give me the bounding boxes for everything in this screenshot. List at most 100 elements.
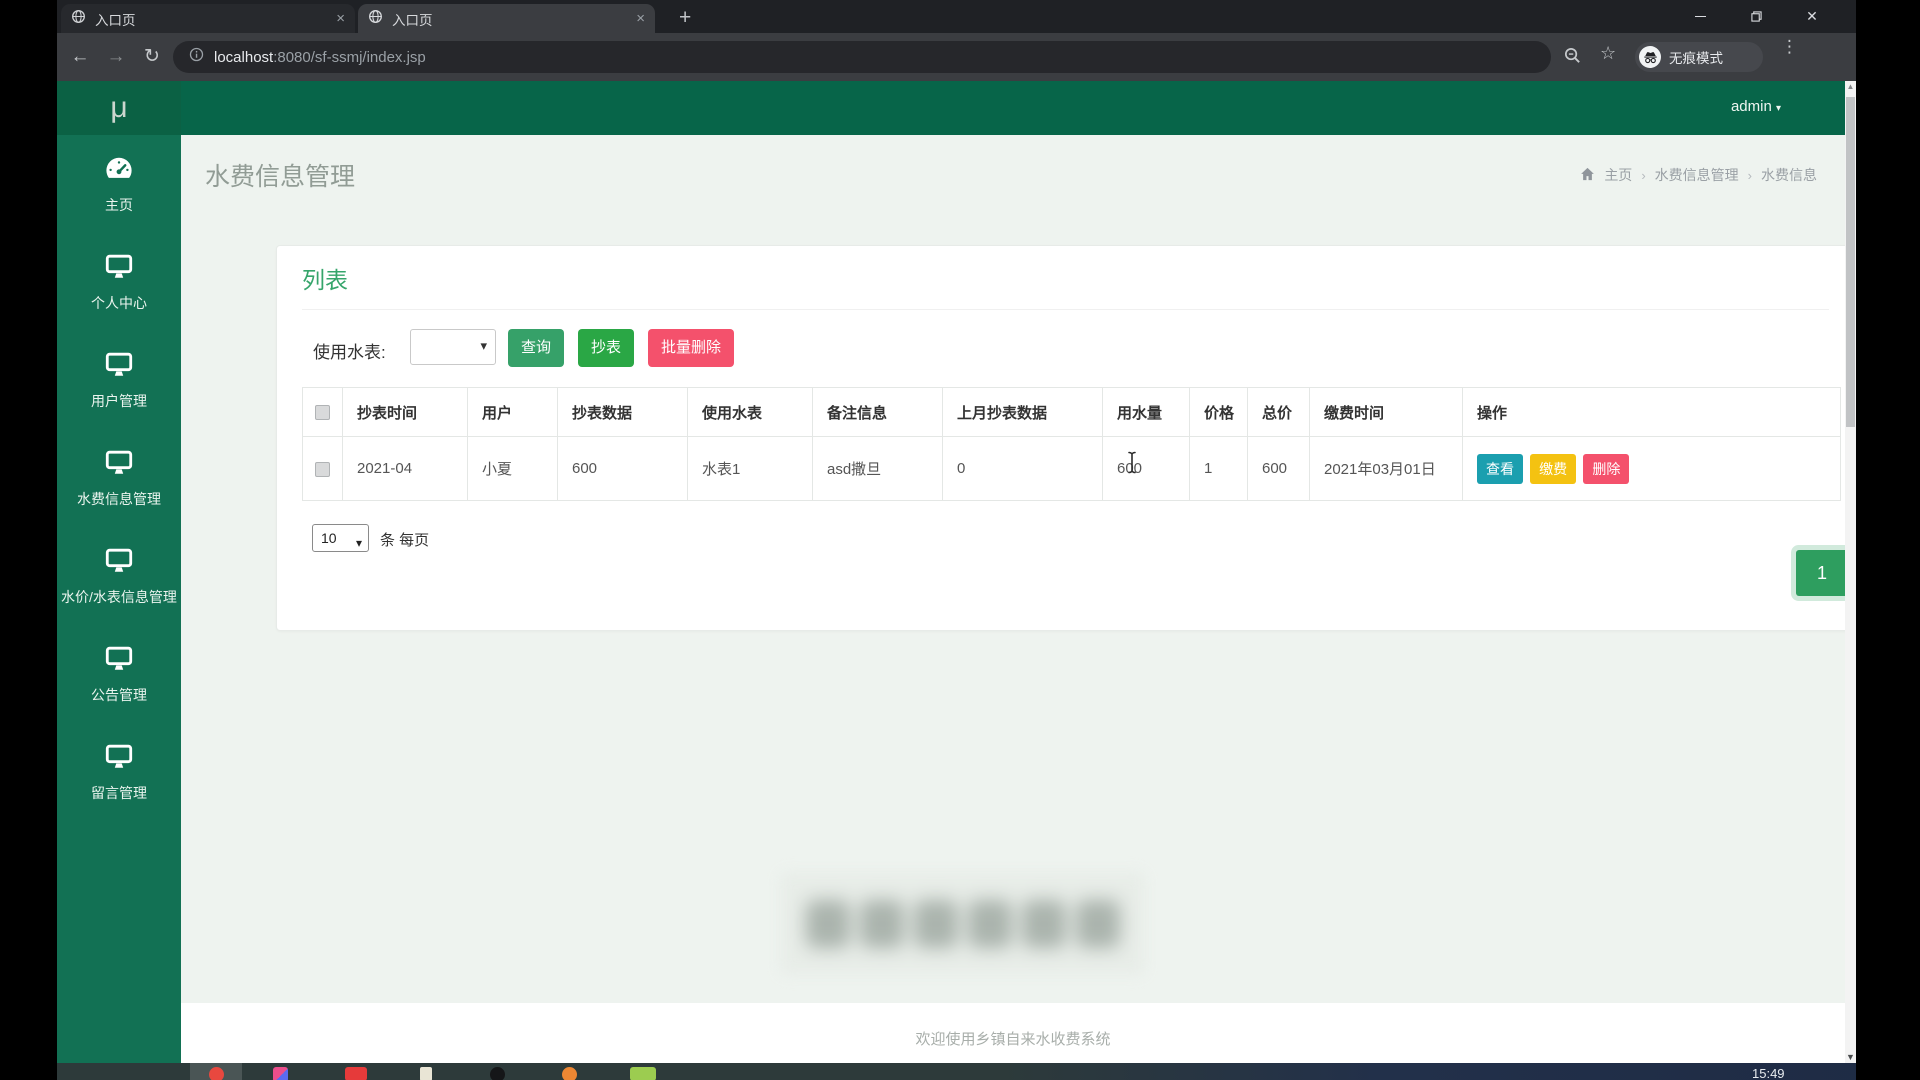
batch-delete-button[interactable]: 批量删除 xyxy=(648,329,734,367)
app-logo: μ xyxy=(57,81,181,135)
sidebar-item-profile[interactable]: 个人中心 xyxy=(57,232,181,330)
query-button[interactable]: 查询 xyxy=(508,329,564,367)
incognito-badge: 无痕模式 xyxy=(1635,42,1763,72)
breadcrumb-separator: › xyxy=(1748,168,1752,183)
cell-meter: 水表1 xyxy=(688,437,813,501)
dashboard-icon xyxy=(61,155,177,188)
sidebar-item-water-fee[interactable]: 水费信息管理 xyxy=(57,428,181,526)
sidebar-item-label: 水价/水表信息管理 xyxy=(61,589,177,605)
window-restore-button[interactable] xyxy=(1733,0,1779,33)
meter-filter-label: 使用水表: xyxy=(313,338,386,363)
page-footer: 欢迎使用乡镇自来水收费系统 xyxy=(181,1003,1845,1063)
vertical-scrollbar[interactable]: ▲ ▼ xyxy=(1845,81,1856,1063)
address-bar[interactable]: localhost:8080/sf-ssmj/index.jsp xyxy=(173,41,1551,73)
window-minimize-button[interactable] xyxy=(1677,0,1723,33)
sidebar-item-water-price[interactable]: 水价/水表信息管理 xyxy=(57,526,181,624)
sidebar-item-messages[interactable]: 留言管理 xyxy=(57,722,181,820)
globe-favicon-icon xyxy=(71,9,86,29)
close-icon: ✕ xyxy=(1806,8,1818,25)
forward-button[interactable]: → xyxy=(101,43,131,71)
column-header: 上月抄表数据 xyxy=(943,388,1103,437)
scroll-down-icon[interactable]: ▼ xyxy=(1845,1052,1856,1062)
breadcrumb-separator: › xyxy=(1641,168,1645,183)
browser-window: 入口页 × 入口页 × + ✕ ← → ↻ localhost:8080/sf-… xyxy=(57,0,1856,1063)
delete-button[interactable]: 删除 xyxy=(1583,454,1629,484)
meter-read-button[interactable]: 抄表 xyxy=(578,329,634,367)
row-checkbox[interactable] xyxy=(315,462,330,477)
page-info-icon[interactable] xyxy=(189,47,204,67)
browser-menu-icon[interactable]: ⋮ xyxy=(1781,41,1795,52)
sidebar-item-home[interactable]: 主页 xyxy=(57,135,181,232)
url-text: localhost:8080/sf-ssmj/index.jsp xyxy=(214,49,426,66)
cell-usage: 600 xyxy=(1103,437,1190,501)
monitor-icon xyxy=(61,448,177,482)
column-header: 缴费时间 xyxy=(1310,388,1463,437)
taskbar-app-icon[interactable] xyxy=(630,1067,656,1080)
scrollbar-thumb[interactable] xyxy=(1846,97,1855,427)
app-topbar: admin ▾ xyxy=(57,81,1845,135)
monitor-icon xyxy=(61,742,177,776)
monitor-icon xyxy=(61,644,177,678)
tab-strip: 入口页 × 入口页 × + ✕ xyxy=(57,0,1856,33)
cell-user: 小夏 xyxy=(468,437,558,501)
sidebar-item-label: 主页 xyxy=(105,197,133,213)
column-header: 备注信息 xyxy=(813,388,943,437)
taskbar-app-icon[interactable] xyxy=(273,1067,288,1080)
column-header: 用水量 xyxy=(1103,388,1190,437)
bookmark-star-icon[interactable]: ☆ xyxy=(1600,43,1616,64)
user-menu[interactable]: admin ▾ xyxy=(1731,98,1781,115)
tab-title: 入口页 xyxy=(392,9,627,29)
monitor-icon xyxy=(61,350,177,384)
cell-pay-time: 2021年03月01日 xyxy=(1310,437,1463,501)
table-row: 2021-04 小夏 600 水表1 asd撒旦 0 600 1 600 202… xyxy=(303,437,1841,501)
username: admin xyxy=(1731,98,1772,115)
cell-read-time: 2021-04 xyxy=(343,437,468,501)
chevron-down-icon: ▾ xyxy=(480,338,487,354)
zoom-magnifier-icon[interactable] xyxy=(1563,46,1582,70)
scroll-up-icon[interactable]: ▲ xyxy=(1845,82,1856,91)
column-header: 抄表时间 xyxy=(343,388,468,437)
divider xyxy=(302,309,1829,310)
footer-text: 欢迎使用乡镇自来水收费系统 xyxy=(181,1003,1845,1049)
meter-select[interactable]: ▾ xyxy=(410,329,496,365)
home-icon xyxy=(1580,167,1595,184)
pagination-page-1[interactable]: 1 xyxy=(1796,550,1848,596)
page-size-select[interactable]: 10 ▾ xyxy=(312,524,369,552)
tab-close-icon[interactable]: × xyxy=(336,11,345,26)
select-all-checkbox[interactable] xyxy=(315,405,330,420)
breadcrumb-current: 水费信息 xyxy=(1761,165,1817,185)
taskbar-app-icon[interactable] xyxy=(209,1067,224,1080)
taskbar-app-icon[interactable] xyxy=(490,1067,505,1080)
panel-heading: 列表 xyxy=(302,261,348,295)
cell-reading: 600 xyxy=(558,437,688,501)
page-size-value: 10 xyxy=(321,530,337,546)
screen-frame-right xyxy=(1856,0,1920,1080)
breadcrumb-section[interactable]: 水费信息管理 xyxy=(1655,165,1739,185)
back-button[interactable]: ← xyxy=(65,43,95,71)
taskbar-app-icon[interactable] xyxy=(345,1067,367,1080)
incognito-label: 无痕模式 xyxy=(1669,47,1723,67)
column-header: 价格 xyxy=(1190,388,1248,437)
breadcrumb-home[interactable]: 主页 xyxy=(1604,165,1632,185)
url-path: :8080/sf-ssmj/index.jsp xyxy=(273,49,426,66)
monitor-icon xyxy=(61,252,177,286)
taskbar-app-icon[interactable] xyxy=(562,1067,577,1080)
browser-tab-1[interactable]: 入口页 × xyxy=(61,4,355,33)
column-header: 抄表数据 xyxy=(558,388,688,437)
window-close-button[interactable]: ✕ xyxy=(1789,0,1835,33)
cell-last-reading: 0 xyxy=(943,437,1103,501)
page-size-suffix: 条 每页 xyxy=(380,529,429,550)
taskbar-app-icon[interactable] xyxy=(420,1067,432,1080)
breadcrumb: 主页 › 水费信息管理 › 水费信息 xyxy=(1580,165,1817,185)
sidebar-item-users[interactable]: 用户管理 xyxy=(57,330,181,428)
sidebar-item-announcements[interactable]: 公告管理 xyxy=(57,624,181,722)
reload-button[interactable]: ↻ xyxy=(137,43,167,71)
column-header: 操作 xyxy=(1463,388,1841,437)
view-button[interactable]: 查看 xyxy=(1477,454,1523,484)
column-header: 总价 xyxy=(1248,388,1310,437)
browser-tab-2-active[interactable]: 入口页 × xyxy=(358,4,655,33)
pay-button[interactable]: 缴费 xyxy=(1530,454,1576,484)
tab-close-icon[interactable]: × xyxy=(636,11,645,26)
new-tab-button[interactable]: + xyxy=(679,6,691,30)
text-cursor-icon xyxy=(1126,451,1138,479)
